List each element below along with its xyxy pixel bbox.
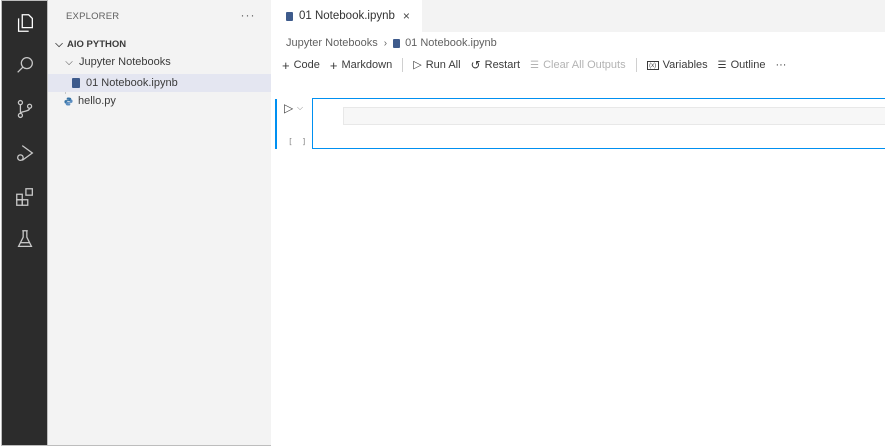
outline-button[interactable]: ☰ Outline [718, 59, 766, 72]
chevron-down-icon[interactable]: ⌵ [297, 103, 303, 113]
execution-count: [ ] [288, 137, 309, 146]
cell-focus-indicator [275, 99, 277, 149]
plus-icon: + [282, 57, 290, 73]
variables-icon: (x) [646, 60, 659, 70]
breadcrumb-item[interactable]: Jupyter Notebooks [286, 37, 378, 49]
code-label: Code [293, 59, 320, 71]
notebook-toolbar: + Code + Markdown ▷ Run All ↺ Restart ☰ … [282, 56, 796, 74]
workspace-root[interactable]: ⌵ AIO PYTHON [48, 35, 271, 53]
markdown-label: Markdown [341, 59, 393, 71]
sidebar-title: EXPLORER [66, 11, 120, 22]
explorer-sidebar: EXPLORER ··· ⌵ AIO PYTHON ⌵ Jupyter Note… [48, 0, 271, 446]
code-cell[interactable] [312, 98, 885, 149]
restart-button[interactable]: ↺ Restart [470, 57, 521, 72]
folder-label: Jupyter Notebooks [79, 56, 171, 68]
toolbar-divider [402, 58, 404, 72]
variables-label: Variables [662, 59, 708, 71]
clear-all-outputs-button[interactable]: ☰ Clear All Outputs [530, 59, 626, 72]
python-icon [64, 96, 73, 106]
search-icon[interactable] [2, 45, 48, 85]
file-label: 01 Notebook.ipynb [86, 77, 178, 89]
run-all-label: Run All [425, 59, 461, 71]
plus-icon: + [329, 57, 338, 73]
more-actions-button[interactable]: ··· [775, 59, 786, 71]
more-actions-icon[interactable]: ··· [238, 8, 258, 24]
add-code-button[interactable]: + Code [282, 59, 320, 72]
restart-icon: ↺ [470, 57, 481, 72]
run-debug-icon[interactable] [2, 133, 48, 173]
chevron-right-icon: › [383, 37, 388, 49]
source-control-icon[interactable] [2, 89, 48, 129]
notebook-icon [393, 38, 401, 48]
outline-label: Outline [730, 59, 766, 71]
code-cell-input[interactable] [343, 107, 885, 125]
editor-area: 01 Notebook.ipynb × Jupyter Notebooks › … [272, 0, 885, 446]
chevron-down-icon: ⌵ [65, 56, 73, 68]
file-hello-py[interactable]: hello.py [48, 92, 271, 110]
file-notebook[interactable]: 01 Notebook.ipynb [48, 74, 271, 92]
extensions-icon[interactable] [2, 177, 48, 217]
file-label: hello.py [78, 95, 116, 107]
tab-bar: 01 Notebook.ipynb × [272, 0, 885, 32]
add-markdown-button[interactable]: + Markdown [330, 59, 392, 72]
run-all-icon: ▷ [413, 58, 422, 71]
close-icon[interactable]: × [403, 9, 410, 23]
notebook-icon [72, 78, 80, 88]
folder-jupyter-notebooks[interactable]: ⌵ Jupyter Notebooks [48, 53, 271, 71]
run-all-button[interactable]: ▷ Run All [413, 59, 460, 72]
vscode-window: EXPLORER ··· ⌵ AIO PYTHON ⌵ Jupyter Note… [0, 0, 885, 447]
clear-outputs-icon: ☰ [530, 59, 540, 71]
tab-label: 01 Notebook.ipynb [299, 10, 395, 22]
activity-bar [1, 0, 48, 446]
run-cell-icon[interactable]: ▷ [284, 101, 293, 115]
notebook-icon [286, 11, 293, 21]
clear-outputs-label: Clear All Outputs [543, 59, 626, 71]
tab-notebook[interactable]: 01 Notebook.ipynb × [272, 0, 422, 32]
workspace-label: AIO PYTHON [67, 38, 127, 50]
toolbar-divider [635, 58, 637, 72]
variables-button[interactable]: (x) Variables [646, 59, 708, 71]
outline-icon: ☰ [717, 59, 727, 71]
chevron-down-icon: ⌵ [55, 38, 63, 50]
breadcrumb: Jupyter Notebooks › 01 Notebook.ipynb [286, 37, 497, 49]
breadcrumb-item[interactable]: 01 Notebook.ipynb [405, 37, 497, 49]
testing-icon[interactable] [2, 219, 48, 259]
more-icon: ··· [775, 59, 787, 71]
restart-label: Restart [484, 59, 521, 71]
explorer-icon[interactable] [2, 3, 48, 43]
